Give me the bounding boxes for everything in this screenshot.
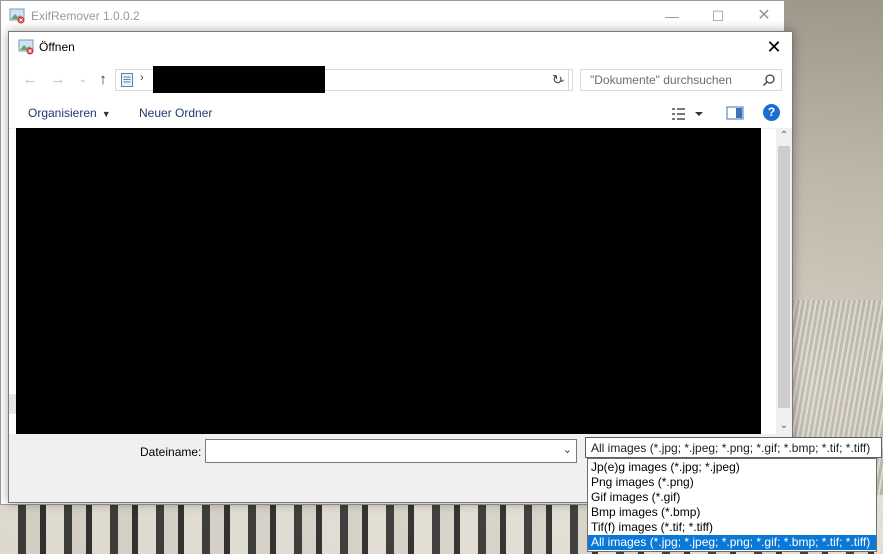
address-bar[interactable]: › ⌄ [115,66,573,93]
redacted-path [153,66,325,93]
organize-caret-icon: ▼ [101,109,111,119]
file-name-dropdown-icon[interactable]: ⌄ [563,443,572,456]
view-options-icon[interactable] [671,106,707,122]
file-type-option[interactable]: Png images (*.png) [588,475,876,490]
navigation-bar: ← → ⌄ ↑ › ⌄ ↻ "Dokumente" durchsuchen [9,66,792,93]
new-folder-button[interactable]: Neuer Ordner [139,106,212,120]
file-name-input[interactable]: ⌄ [205,439,577,463]
back-arrow-icon[interactable]: ← [20,70,40,90]
refresh-button[interactable]: ↻ [547,69,569,91]
file-type-options-list[interactable]: Jp(e)g images (*.jpg; *.jpeg) Png images… [587,458,877,552]
navigation-pane-edge [9,394,16,414]
file-type-option[interactable]: Gif images (*.gif) [588,490,876,505]
search-input[interactable]: "Dokumente" durchsuchen [580,69,782,91]
document-folder-icon [121,73,133,87]
file-type-option-selected[interactable]: All images (*.jpg; *.jpeg; *.png; *.gif;… [588,535,876,550]
main-titlebar[interactable]: ExifRemover 1.0.0.2 — ☐ ✕ [1,1,784,31]
scroll-up-icon[interactable]: ⌃ [776,128,792,144]
dialog-title: Öffnen [39,40,75,54]
address-separator-icon: › [140,72,144,84]
file-list-area[interactable] [16,128,761,434]
help-icon[interactable]: ? [763,104,780,121]
scrollbar-thumb[interactable] [778,146,790,408]
search-icon [762,74,775,87]
scroll-down-icon[interactable]: ⌄ [776,418,792,434]
main-window-title: ExifRemover 1.0.0.2 [31,9,140,23]
vertical-scrollbar[interactable]: ⌃ ⌄ [776,128,792,434]
recent-locations-chevron-icon[interactable]: ⌄ [73,70,93,90]
file-name-label: Dateiname: [140,445,202,459]
preview-pane-icon[interactable] [726,105,744,121]
file-type-option[interactable]: Bmp images (*.bmp) [588,505,876,520]
dialog-app-icon [18,39,34,55]
open-file-dialog: Öffnen ✕ ← → ⌄ ↑ › ⌄ ↻ "Dokumente" durch… [8,31,793,503]
close-button[interactable]: ✕ [741,1,787,31]
dialog-close-button[interactable]: ✕ [756,32,792,62]
file-type-option[interactable]: Tif(f) images (*.tif; *.tiff) [588,520,876,535]
file-type-select[interactable]: All images (*.jpg; *.jpeg; *.png; *.gif;… [585,437,882,458]
forward-arrow-icon[interactable]: → [48,70,68,90]
dialog-titlebar[interactable]: Öffnen ✕ [9,32,792,62]
search-placeholder: "Dokumente" durchsuchen [590,73,732,87]
minimize-button[interactable]: — [649,1,695,31]
command-toolbar: Organisieren ▼ Neuer Ordner ? [9,98,792,129]
file-type-option[interactable]: Jp(e)g images (*.jpg; *.jpeg) [588,460,876,475]
up-arrow-icon[interactable]: ↑ [93,70,113,90]
app-icon [9,8,25,24]
maximize-button[interactable]: ☐ [695,1,741,31]
organize-label: Organisieren [28,106,97,120]
organize-button[interactable]: Organisieren ▼ [28,106,111,120]
